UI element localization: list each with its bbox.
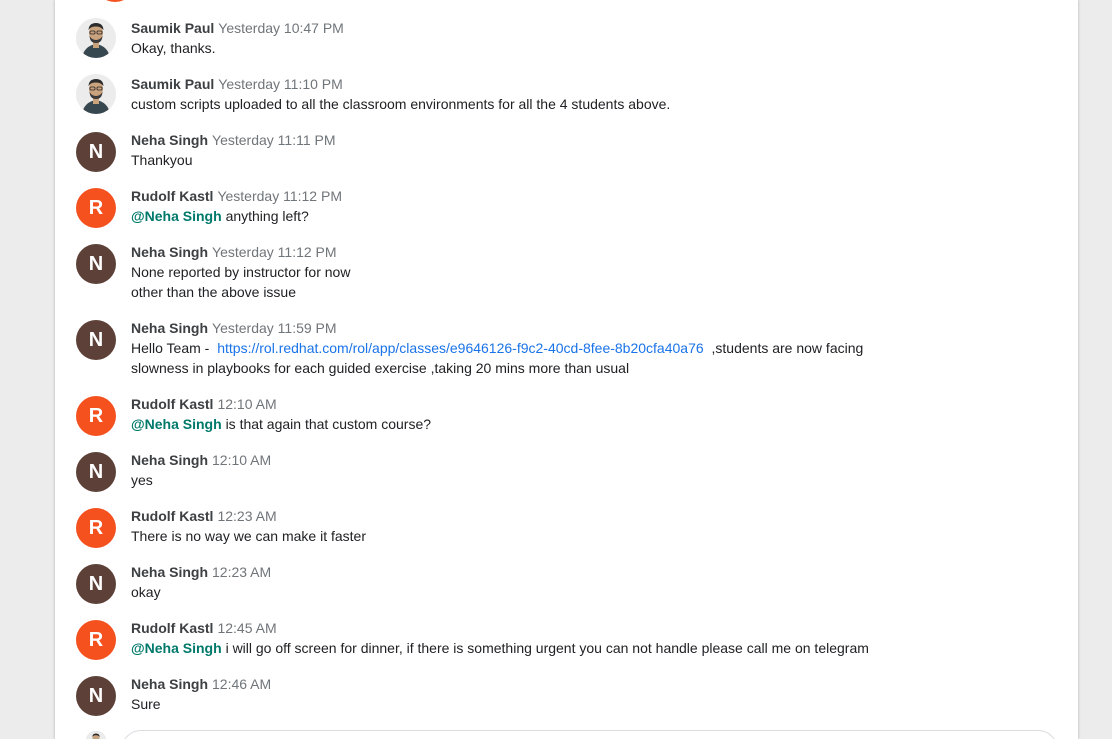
avatar[interactable]: R bbox=[76, 188, 116, 228]
message-text-content: is that again that custom course? bbox=[225, 416, 432, 432]
message-text: other than the above issue bbox=[131, 284, 297, 300]
message-text: None reported by instructor for now bbox=[131, 264, 351, 280]
author-name: Rudolf Kastl bbox=[131, 396, 214, 412]
message-text: slowness in playbooks for each guided ex… bbox=[131, 360, 630, 376]
message-text: Thankyou bbox=[131, 152, 193, 168]
timestamp: 12:45 AM bbox=[217, 620, 277, 636]
avatar[interactable] bbox=[76, 18, 116, 58]
timestamp: Yesterday 11:12 PM bbox=[217, 188, 342, 204]
chat-panel: Saumik Paul Yesterday 10:47 PM Okay, than… bbox=[55, 0, 1078, 739]
avatar[interactable]: N bbox=[76, 132, 116, 172]
mention-chip[interactable]: @Neha Singh bbox=[131, 416, 222, 432]
author-name: Neha Singh bbox=[131, 564, 209, 580]
timestamp: Yesterday 11:10 PM bbox=[218, 76, 343, 92]
message-text-content: anything left? bbox=[225, 208, 309, 224]
mention-chip[interactable]: @Neha Singh bbox=[131, 208, 222, 224]
avatar[interactable] bbox=[76, 74, 116, 114]
avatar bbox=[86, 731, 106, 739]
user-photo-icon bbox=[76, 74, 116, 114]
message-text: Sure bbox=[131, 696, 161, 712]
message-text: custom scripts uploaded to all the class… bbox=[131, 96, 671, 112]
mention-chip[interactable]: @Neha Singh bbox=[131, 640, 222, 656]
message-text: okay bbox=[131, 584, 161, 600]
timestamp: 12:23 AM bbox=[212, 564, 272, 580]
author-name: Saumik Paul bbox=[131, 20, 215, 36]
author-name: Rudolf Kastl bbox=[131, 508, 214, 524]
user-photo-icon bbox=[86, 731, 106, 739]
author-name: Neha Singh bbox=[131, 244, 209, 260]
author-name: Rudolf Kastl bbox=[131, 188, 214, 204]
timestamp: 12:46 AM bbox=[212, 676, 272, 692]
message-text-content: ,students are now facing bbox=[711, 340, 864, 356]
message-text-content: Hello Team - bbox=[131, 340, 210, 356]
avatar[interactable]: N bbox=[76, 676, 116, 716]
avatar[interactable]: R bbox=[76, 396, 116, 436]
timestamp: Yesterday 11:11 PM bbox=[212, 132, 336, 148]
author-name: Neha Singh bbox=[131, 320, 209, 336]
avatar[interactable]: N bbox=[76, 244, 116, 284]
author-name: Neha Singh bbox=[131, 676, 209, 692]
message-text: @Neha Singh is that again that custom co… bbox=[131, 414, 911, 434]
author-name: Rudolf Kastl bbox=[131, 620, 214, 636]
avatar[interactable]: N bbox=[76, 564, 116, 604]
class-link[interactable]: https://rol.redhat.com/rol/app/classes/e… bbox=[217, 340, 703, 356]
timestamp: Yesterday 10:47 PM bbox=[218, 20, 344, 36]
author-name: Neha Singh bbox=[131, 452, 209, 468]
message-text: @Neha Singh anything left? bbox=[131, 206, 911, 226]
message-text: Okay, thanks. bbox=[131, 40, 216, 56]
message-text-content: i will go off screen for dinner, if ther… bbox=[225, 640, 869, 656]
message-text: Hello Team - https://rol.redhat.com/rol/… bbox=[131, 338, 921, 358]
avatar[interactable]: R bbox=[76, 620, 116, 660]
timestamp: 12:10 AM bbox=[217, 396, 277, 412]
timestamp: Yesterday 11:59 PM bbox=[212, 320, 337, 336]
message-text: yes bbox=[131, 472, 153, 488]
message-text: @Neha Singh i will go off screen for din… bbox=[131, 638, 1031, 658]
timestamp: 12:10 AM bbox=[212, 452, 272, 468]
message-input[interactable] bbox=[121, 730, 1058, 739]
message-text: There is no way we can make it faster bbox=[131, 528, 366, 544]
avatar bbox=[95, 0, 135, 2]
author-name: Neha Singh bbox=[131, 132, 209, 148]
avatar[interactable]: R bbox=[76, 508, 116, 548]
timestamp: 12:23 AM bbox=[217, 508, 277, 524]
avatar[interactable]: N bbox=[76, 320, 116, 360]
timestamp: Yesterday 11:12 PM bbox=[212, 244, 337, 260]
user-photo-icon bbox=[76, 18, 116, 58]
author-name: Saumik Paul bbox=[131, 76, 215, 92]
avatar[interactable]: N bbox=[76, 452, 116, 492]
